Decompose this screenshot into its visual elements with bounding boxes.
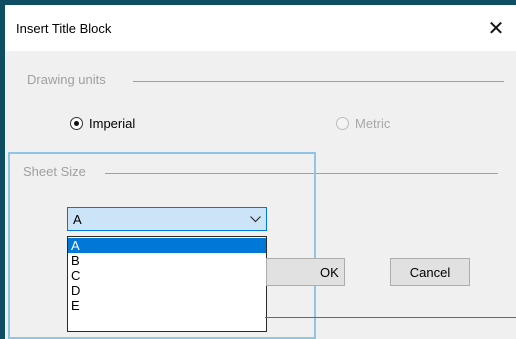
ok-button-label: OK [320, 264, 339, 280]
sheet-size-option-b[interactable]: B [68, 253, 266, 268]
close-button[interactable]: ✕ [476, 10, 516, 46]
ok-button[interactable]: OK [266, 258, 345, 286]
radio-checked-icon [70, 117, 83, 130]
drawing-units-group-label: Drawing units [27, 72, 109, 87]
insert-title-block-dialog: Insert Title Block ✕ Drawing units Imper… [5, 5, 516, 339]
dialog-title: Insert Title Block [16, 21, 112, 36]
radio-metric-label: Metric [355, 116, 391, 131]
radio-imperial[interactable]: Imperial [70, 116, 135, 131]
footer-divider [265, 317, 516, 318]
sheet-size-dropdown-list: A B C D E [67, 236, 267, 332]
cancel-button-label: Cancel [409, 264, 451, 280]
radio-imperial-label: Imperial [89, 116, 136, 131]
sheet-size-select[interactable]: A [67, 207, 267, 231]
radio-unchecked-icon [336, 117, 349, 130]
radio-metric[interactable]: Metric [336, 116, 390, 131]
sheet-size-selected-value: A [73, 212, 82, 227]
sheet-size-option-a[interactable]: A [68, 238, 266, 253]
drawing-units-divider [133, 81, 504, 82]
title-bar: Insert Title Block ✕ [5, 5, 516, 51]
sheet-size-option-e[interactable]: E [68, 298, 266, 313]
chevron-down-icon [249, 213, 261, 225]
close-icon: ✕ [487, 17, 505, 40]
sheet-size-option-c[interactable]: C [68, 268, 266, 283]
sheet-size-option-d[interactable]: D [68, 283, 266, 298]
cancel-button[interactable]: Cancel [390, 258, 470, 286]
